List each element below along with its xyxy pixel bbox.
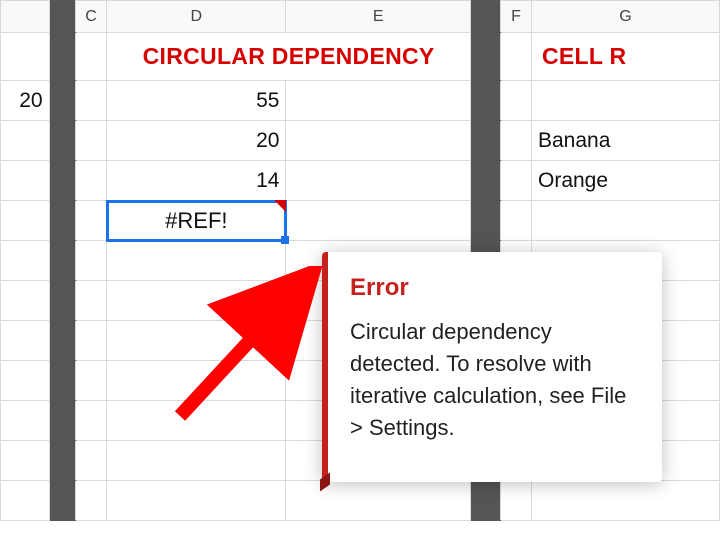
error-flag-icon bbox=[274, 200, 286, 212]
cell[interactable]: Orange bbox=[532, 161, 720, 201]
cell[interactable] bbox=[75, 121, 106, 161]
cell[interactable] bbox=[1, 201, 50, 241]
hidden-col-gap bbox=[49, 281, 75, 321]
cell[interactable] bbox=[500, 121, 531, 161]
cell[interactable] bbox=[286, 201, 471, 241]
cell[interactable] bbox=[286, 161, 471, 201]
cell[interactable]: Banana bbox=[532, 121, 720, 161]
cell[interactable] bbox=[107, 281, 286, 321]
selected-cell-ref-error[interactable]: #REF! bbox=[107, 201, 286, 241]
cell[interactable] bbox=[75, 481, 106, 521]
col-header-c[interactable]: C bbox=[75, 1, 106, 33]
hidden-col-gap bbox=[49, 401, 75, 441]
cell[interactable]: 14 bbox=[107, 161, 286, 201]
cell[interactable] bbox=[286, 481, 471, 521]
section-header-cell[interactable]: CELL R bbox=[532, 33, 720, 81]
cell[interactable] bbox=[1, 401, 50, 441]
cell[interactable] bbox=[1, 33, 50, 81]
hidden-col-gap bbox=[471, 161, 501, 201]
cell[interactable] bbox=[500, 201, 531, 241]
cell[interactable] bbox=[1, 121, 50, 161]
hidden-col-gap bbox=[471, 33, 501, 81]
cell[interactable] bbox=[1, 361, 50, 401]
hidden-col-gap bbox=[471, 1, 501, 33]
cell[interactable] bbox=[107, 361, 286, 401]
cell[interactable] bbox=[1, 281, 50, 321]
cell[interactable] bbox=[75, 81, 106, 121]
hidden-col-gap bbox=[49, 441, 75, 481]
cell[interactable] bbox=[1, 241, 50, 281]
hidden-col-gap bbox=[49, 1, 75, 33]
cell[interactable] bbox=[500, 81, 531, 121]
cell[interactable] bbox=[75, 401, 106, 441]
cell[interactable] bbox=[1, 321, 50, 361]
spreadsheet-viewport[interactable]: C D E F G CIRCULAR DEPENDENCY CELL R 20 … bbox=[0, 0, 720, 546]
hidden-col-gap bbox=[49, 161, 75, 201]
cell[interactable]: 20 bbox=[1, 81, 50, 121]
col-header-e[interactable]: E bbox=[286, 1, 471, 33]
hidden-col-gap bbox=[471, 481, 501, 521]
cell[interactable] bbox=[107, 241, 286, 281]
cell[interactable] bbox=[1, 481, 50, 521]
cell-value: #REF! bbox=[165, 208, 227, 233]
cell[interactable] bbox=[75, 281, 106, 321]
cell[interactable]: 20 bbox=[107, 121, 286, 161]
cell[interactable] bbox=[1, 161, 50, 201]
cell[interactable] bbox=[532, 201, 720, 241]
hidden-col-gap bbox=[471, 81, 501, 121]
cell[interactable] bbox=[107, 401, 286, 441]
cell[interactable] bbox=[107, 481, 286, 521]
cell[interactable] bbox=[75, 321, 106, 361]
col-header-d[interactable]: D bbox=[107, 1, 286, 33]
hidden-col-gap bbox=[49, 361, 75, 401]
cell[interactable] bbox=[75, 161, 106, 201]
cell[interactable] bbox=[286, 81, 471, 121]
cell[interactable] bbox=[532, 81, 720, 121]
cell[interactable]: 55 bbox=[107, 81, 286, 121]
hidden-col-gap bbox=[49, 201, 75, 241]
hidden-col-gap bbox=[49, 321, 75, 361]
hidden-col-gap bbox=[49, 33, 75, 81]
hidden-col-gap bbox=[49, 81, 75, 121]
cell[interactable] bbox=[107, 441, 286, 481]
error-tooltip: Error Circular dependency detected. To r… bbox=[322, 252, 662, 482]
cell[interactable] bbox=[75, 33, 106, 81]
cell[interactable] bbox=[500, 161, 531, 201]
cell[interactable] bbox=[75, 441, 106, 481]
cell[interactable] bbox=[500, 481, 531, 521]
col-header-f[interactable]: F bbox=[500, 1, 531, 33]
error-message: Circular dependency detected. To resolve… bbox=[350, 316, 640, 444]
cell[interactable] bbox=[532, 481, 720, 521]
hidden-col-gap bbox=[49, 481, 75, 521]
cell[interactable] bbox=[75, 361, 106, 401]
hidden-col-gap bbox=[49, 121, 75, 161]
cell[interactable] bbox=[1, 441, 50, 481]
cell[interactable] bbox=[500, 33, 531, 81]
col-header-g[interactable]: G bbox=[532, 1, 720, 33]
error-title: Error bbox=[350, 274, 640, 302]
hidden-col-gap bbox=[471, 121, 501, 161]
hidden-col-gap bbox=[49, 241, 75, 281]
cell[interactable] bbox=[75, 241, 106, 281]
hidden-col-gap bbox=[471, 201, 501, 241]
section-header-circular[interactable]: CIRCULAR DEPENDENCY bbox=[107, 33, 471, 81]
cell[interactable] bbox=[286, 121, 471, 161]
cell[interactable] bbox=[75, 201, 106, 241]
col-header-blank[interactable] bbox=[1, 1, 50, 33]
cell[interactable] bbox=[107, 321, 286, 361]
